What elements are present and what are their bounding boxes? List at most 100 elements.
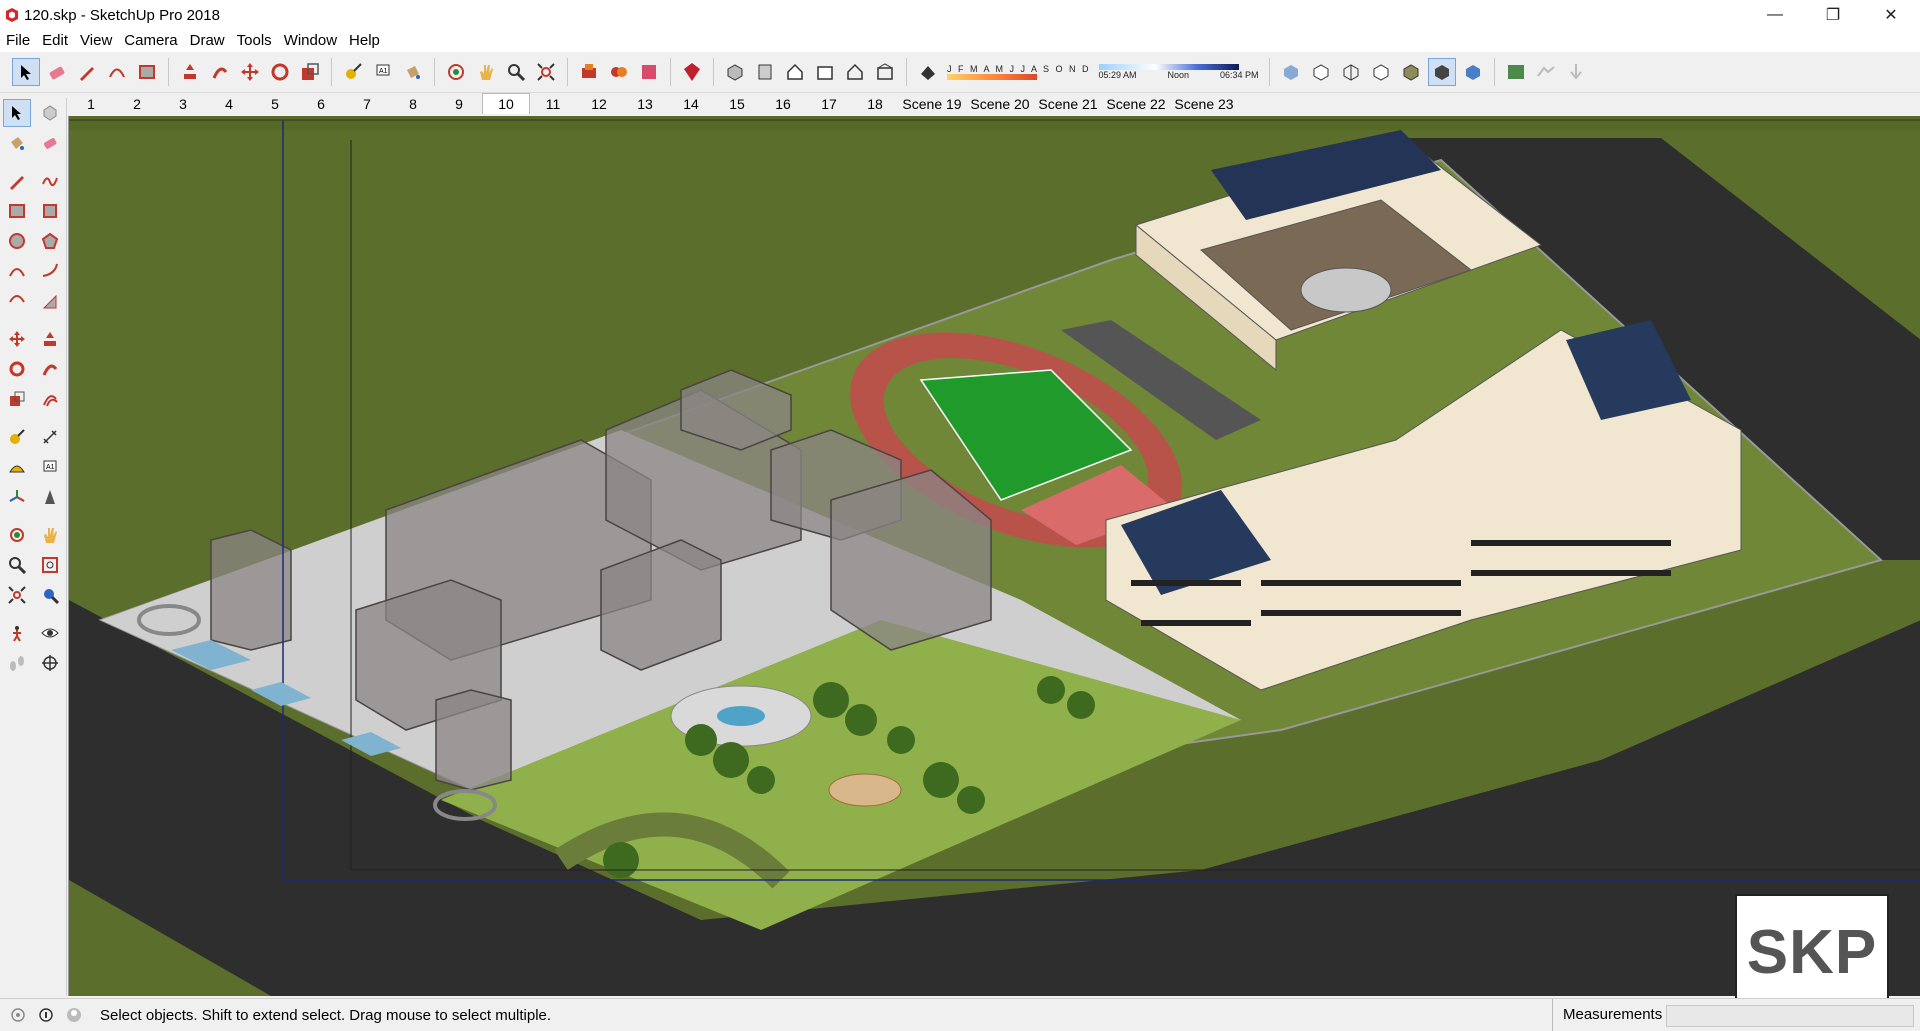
section-plane-icon[interactable] [37, 650, 63, 676]
scene-tab[interactable]: 17 [806, 94, 852, 114]
left-view-icon[interactable] [872, 59, 898, 85]
menu-tools[interactable]: Tools [231, 30, 278, 52]
orbit-icon[interactable] [443, 59, 469, 85]
freehand-icon[interactable] [37, 168, 63, 194]
shaded-textures-style-icon[interactable] [1427, 58, 1456, 86]
two-point-arc-icon[interactable] [37, 258, 63, 284]
back-edges-style-icon[interactable] [1308, 59, 1334, 85]
line-tool-icon[interactable] [4, 168, 30, 194]
scene-tab[interactable]: 4 [206, 94, 252, 114]
axes-tool-icon[interactable] [4, 484, 30, 510]
eraser-icon[interactable] [37, 130, 63, 156]
move-icon[interactable] [237, 59, 263, 85]
scene-tab[interactable]: 1 [68, 94, 114, 114]
shadow-date-slider[interactable]: J F M A M J J A S O N D [947, 64, 1091, 80]
toggle-terrain-icon[interactable] [1533, 59, 1559, 85]
zoom-tool-icon[interactable] [4, 552, 30, 578]
menu-draw[interactable]: Draw [184, 30, 231, 52]
select-tool-icon[interactable] [3, 99, 31, 127]
scene-tab[interactable]: 18 [852, 94, 898, 114]
push-pull-tool-icon[interactable] [37, 326, 63, 352]
menu-camera[interactable]: Camera [118, 30, 183, 52]
close-button[interactable]: ✕ [1862, 0, 1920, 30]
tape-measure-tool-icon[interactable] [4, 424, 30, 450]
shadow-time-slider[interactable]: 05:29 AM Noon 06:34 PM [1098, 64, 1259, 80]
menu-file[interactable]: File [0, 30, 36, 52]
paint-bucket-icon[interactable] [4, 130, 30, 156]
polygon-tool-icon[interactable] [37, 228, 63, 254]
credits-icon[interactable] [36, 1005, 56, 1025]
shadows-toggle-icon[interactable] [915, 59, 941, 85]
scale-tool-icon[interactable] [4, 386, 30, 412]
look-around-icon[interactable] [37, 620, 63, 646]
scene-tab-active[interactable]: 10 [482, 93, 530, 114]
previous-view-icon[interactable] [37, 582, 63, 608]
text-tool-icon[interactable]: A1 [37, 454, 63, 480]
hidden-line-style-icon[interactable] [1368, 59, 1394, 85]
rotate-tool-icon[interactable] [4, 356, 30, 382]
3d-text-icon[interactable] [37, 484, 63, 510]
warehouse-3d-icon[interactable] [576, 59, 602, 85]
components-icon[interactable] [606, 59, 632, 85]
menu-window[interactable]: Window [278, 30, 343, 52]
offset-tool-icon[interactable] [37, 386, 63, 412]
dimension-tool-icon[interactable] [37, 424, 63, 450]
restore-button[interactable]: ❐ [1804, 0, 1862, 30]
geolocation-icon[interactable] [8, 1005, 28, 1025]
eraser-icon[interactable] [44, 59, 70, 85]
select-arrow-icon[interactable] [12, 58, 40, 86]
three-point-arc-icon[interactable] [4, 288, 30, 314]
rotated-rectangle-icon[interactable] [37, 198, 63, 224]
tape-measure-icon[interactable] [340, 59, 366, 85]
scene-tab[interactable]: Scene 19 [898, 94, 966, 114]
scene-tab[interactable]: 13 [622, 94, 668, 114]
user-account-icon[interactable] [64, 1005, 84, 1025]
measurements-input[interactable] [1666, 1005, 1914, 1027]
front-view-icon[interactable] [782, 59, 808, 85]
scene-tab[interactable]: 7 [344, 94, 390, 114]
scene-tab[interactable]: 3 [160, 94, 206, 114]
make-component-icon[interactable] [37, 100, 63, 126]
rectangle-icon[interactable] [134, 59, 160, 85]
scene-tab[interactable]: Scene 22 [1102, 94, 1170, 114]
scale-icon[interactable] [297, 59, 323, 85]
arc-icon[interactable] [104, 59, 130, 85]
menu-help[interactable]: Help [343, 30, 386, 52]
zoom-icon[interactable] [503, 59, 529, 85]
scene-tab[interactable]: 12 [576, 94, 622, 114]
rectangle-tool-icon[interactable] [4, 198, 30, 224]
menu-view[interactable]: View [74, 30, 118, 52]
menu-edit[interactable]: Edit [36, 30, 74, 52]
scene-tab[interactable]: 15 [714, 94, 760, 114]
scene-tab[interactable]: Scene 21 [1034, 94, 1102, 114]
zoom-window-icon[interactable] [37, 552, 63, 578]
zoom-extents-tool-icon[interactable] [4, 582, 30, 608]
scene-tab[interactable]: 9 [436, 94, 482, 114]
scene-tab[interactable]: 2 [114, 94, 160, 114]
scene-tab[interactable]: 6 [298, 94, 344, 114]
model-viewport[interactable] [68, 116, 1920, 996]
orbit-tool-icon[interactable] [4, 522, 30, 548]
push-pull-icon[interactable] [177, 59, 203, 85]
pan-hand-icon[interactable] [473, 59, 499, 85]
pan-tool-icon[interactable] [37, 522, 63, 548]
text-label-icon[interactable]: A1 [370, 59, 396, 85]
scene-tab[interactable]: 11 [530, 94, 576, 114]
follow-me-tool-icon[interactable] [37, 356, 63, 382]
move-tool-icon[interactable] [4, 326, 30, 352]
scene-tab[interactable]: 14 [668, 94, 714, 114]
ruby-console-icon[interactable] [679, 59, 705, 85]
right-view-icon[interactable] [812, 59, 838, 85]
scene-tab[interactable]: 5 [252, 94, 298, 114]
zoom-extents-icon[interactable] [533, 59, 559, 85]
pie-tool-icon[interactable] [37, 288, 63, 314]
photo-textures-icon[interactable] [1563, 59, 1589, 85]
walk-icon[interactable] [4, 650, 30, 676]
scene-tab[interactable]: Scene 23 [1170, 94, 1238, 114]
wireframe-style-icon[interactable] [1338, 59, 1364, 85]
add-location-icon[interactable] [1503, 59, 1529, 85]
arc-tool-icon[interactable] [4, 258, 30, 284]
monochrome-style-icon[interactable] [1460, 59, 1486, 85]
paint-bucket-icon[interactable] [400, 59, 426, 85]
scene-tab[interactable]: 8 [390, 94, 436, 114]
